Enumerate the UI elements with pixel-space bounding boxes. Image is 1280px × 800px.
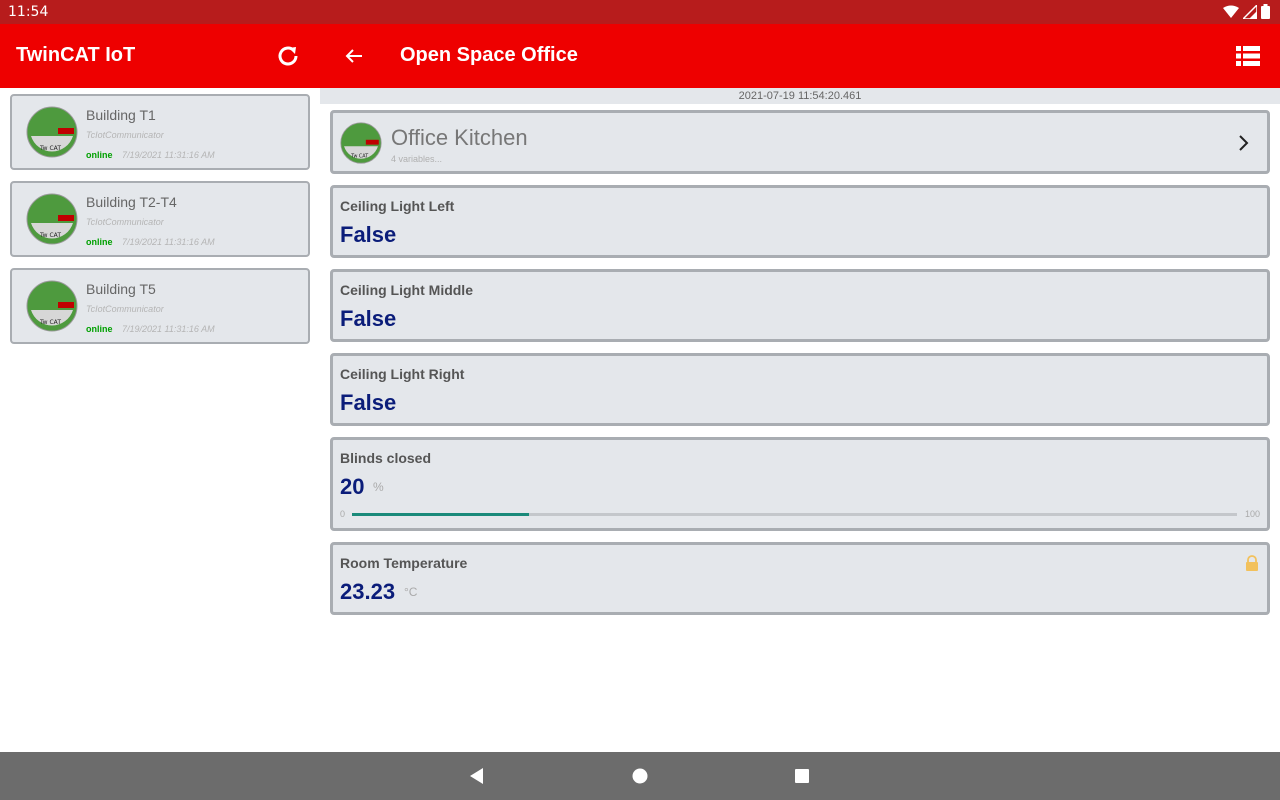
slider-max-label: 100 bbox=[1244, 509, 1260, 519]
variable-label: Ceiling Light Middle bbox=[340, 282, 473, 298]
system-nav-bar bbox=[0, 752, 1280, 800]
nav-back-icon[interactable] bbox=[467, 766, 487, 786]
svg-text:Tw CAT: Tw CAT bbox=[39, 145, 61, 152]
variable-unit: °C bbox=[404, 585, 418, 599]
nav-home-icon[interactable] bbox=[630, 766, 650, 786]
variable-unit: % bbox=[373, 480, 384, 494]
building-subtitle: TcIotCommunicator bbox=[86, 130, 164, 140]
status-time: 11:54 bbox=[8, 4, 49, 20]
left-app-bar: TwinCAT IoT bbox=[0, 24, 320, 88]
blinds-slider[interactable] bbox=[352, 513, 1237, 516]
building-card-t2-t4[interactable]: Tw CAT Building T2-T4 TcIotCommunicator … bbox=[10, 181, 310, 257]
building-timestamp: 7/19/2021 11:31:16 AM bbox=[122, 324, 215, 334]
svg-text:Tw CAT: Tw CAT bbox=[350, 154, 368, 160]
twincat-logo: Tw CAT bbox=[26, 280, 78, 332]
right-app-bar: Open Space Office bbox=[320, 24, 1280, 88]
update-timestamp: 2021-07-19 11:54:20.461 bbox=[738, 90, 862, 102]
variable-label: Room Temperature bbox=[340, 555, 468, 571]
group-title: Office Kitchen bbox=[391, 125, 528, 150]
building-name: Building T2-T4 bbox=[86, 194, 177, 210]
chevron-right-icon bbox=[1239, 135, 1249, 151]
variable-value: False bbox=[340, 222, 397, 247]
building-subtitle: TcIotCommunicator bbox=[86, 304, 164, 314]
variable-value: 20 bbox=[340, 474, 365, 499]
variable-blinds-closed[interactable]: Blinds closed 20 % 0 100 bbox=[330, 437, 1270, 531]
variable-ceiling-light-middle[interactable]: Ceiling Light Middle False bbox=[330, 269, 1270, 342]
twincat-logo: Tw CAT bbox=[26, 193, 78, 245]
app-title: TwinCAT IoT bbox=[16, 44, 136, 66]
status-badge: online bbox=[86, 237, 113, 247]
variable-ceiling-light-right[interactable]: Ceiling Light Right False bbox=[330, 353, 1270, 426]
status-badge: online bbox=[86, 150, 113, 160]
signal-icon bbox=[1243, 4, 1257, 19]
twincat-logo: Tw CAT bbox=[26, 106, 78, 158]
variable-value: 23.23 bbox=[340, 579, 396, 604]
timestamp-bar: 2021-07-19 11:54:20.461 bbox=[320, 88, 1280, 104]
list-view-icon[interactable] bbox=[1236, 44, 1260, 68]
wifi-icon bbox=[1223, 5, 1239, 18]
arrow-back-icon[interactable] bbox=[342, 44, 366, 68]
slider-fill bbox=[352, 513, 529, 516]
status-icons bbox=[1223, 4, 1270, 19]
building-timestamp: 7/19/2021 11:31:16 AM bbox=[122, 150, 215, 160]
variable-room-temperature[interactable]: Room Temperature 23.23 °C bbox=[330, 542, 1270, 615]
slider-min-label: 0 bbox=[340, 509, 346, 519]
status-badge: online bbox=[86, 324, 113, 334]
status-bar: 11:54 bbox=[0, 0, 1280, 24]
group-office-kitchen[interactable]: Tw CAT Office Kitchen 4 variables... bbox=[330, 110, 1270, 174]
building-name: Building T1 bbox=[86, 107, 156, 123]
building-subtitle: TcIotCommunicator bbox=[86, 217, 164, 227]
variable-label: Blinds closed bbox=[340, 450, 432, 466]
building-timestamp: 7/19/2021 11:31:16 AM bbox=[122, 237, 215, 247]
variable-value: False bbox=[340, 390, 397, 415]
battery-icon bbox=[1261, 4, 1270, 19]
variable-value: False bbox=[340, 306, 397, 331]
variable-label: Ceiling Light Right bbox=[340, 366, 465, 382]
lock-icon bbox=[1246, 555, 1258, 571]
group-subtitle: 4 variables... bbox=[391, 154, 443, 164]
refresh-icon[interactable] bbox=[274, 42, 302, 70]
variable-ceiling-light-left[interactable]: Ceiling Light Left False bbox=[330, 185, 1270, 258]
building-name: Building T5 bbox=[86, 281, 156, 297]
svg-text:Tw CAT: Tw CAT bbox=[39, 232, 61, 239]
variable-label: Ceiling Light Left bbox=[340, 198, 455, 214]
nav-recents-icon[interactable] bbox=[792, 766, 812, 786]
building-card-t1[interactable]: Tw CAT Building T1 TcIotCommunicator onl… bbox=[10, 94, 310, 170]
svg-text:Tw CAT: Tw CAT bbox=[39, 319, 61, 326]
twincat-logo: Tw CAT bbox=[340, 122, 382, 164]
page-title: Open Space Office bbox=[400, 44, 578, 66]
building-card-t5[interactable]: Tw CAT Building T5 TcIotCommunicator onl… bbox=[10, 268, 310, 344]
